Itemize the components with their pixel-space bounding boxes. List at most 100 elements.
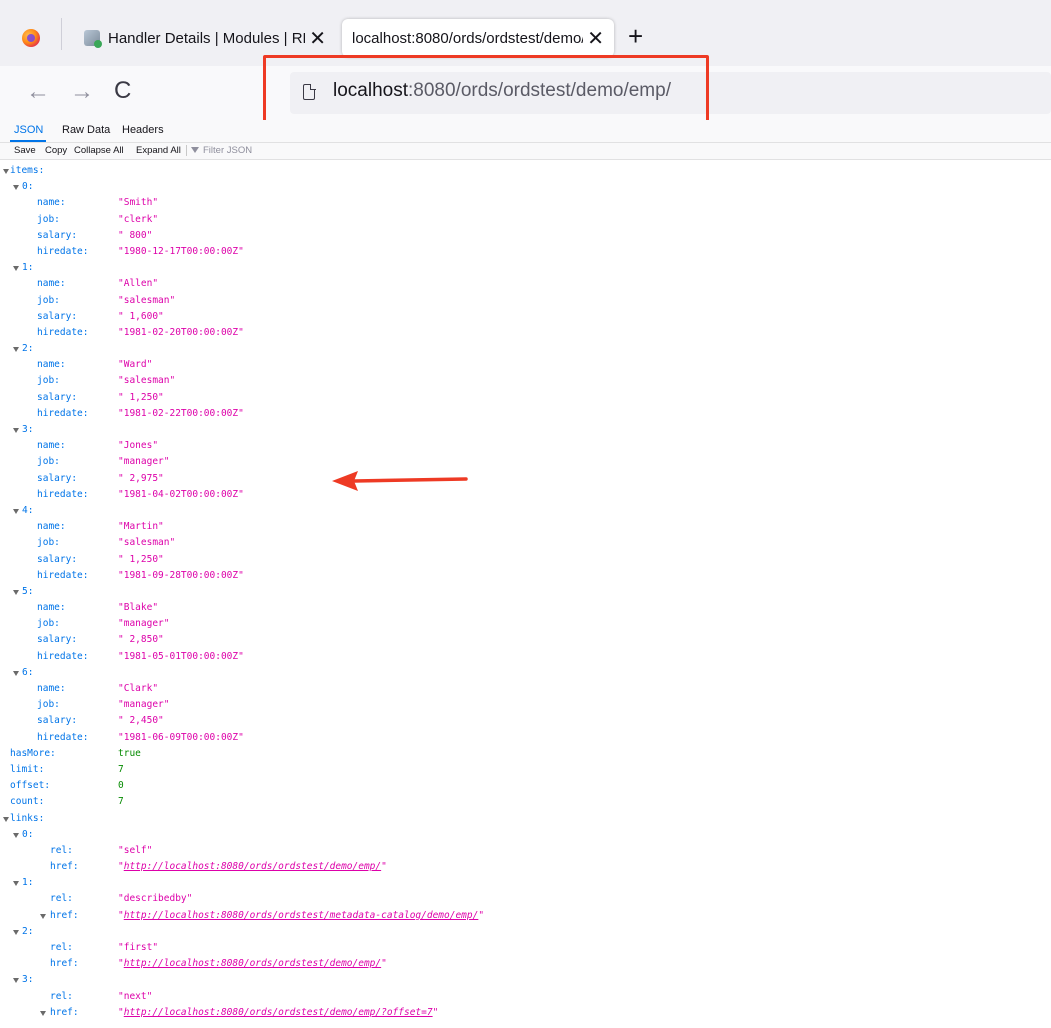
json-key-row[interactable]: items: bbox=[0, 163, 1051, 179]
json-property-row[interactable]: hiredate: "1981-06-09T00:00:00Z" bbox=[0, 730, 1051, 746]
json-key: href: bbox=[50, 1006, 79, 1018]
json-array-index-row[interactable]: 2: bbox=[0, 924, 1051, 940]
json-property-row[interactable]: job: "salesman" bbox=[0, 535, 1051, 551]
json-property-row[interactable]: rel: "self" bbox=[0, 843, 1051, 859]
expand-toggle-icon[interactable] bbox=[13, 832, 19, 838]
json-key: salary: bbox=[37, 229, 78, 241]
json-property-row[interactable]: hiredate: "1980-12-17T00:00:00Z" bbox=[0, 244, 1051, 260]
json-array-index-row[interactable]: 4: bbox=[0, 503, 1051, 519]
json-property-row[interactable]: offset: 0 bbox=[0, 778, 1051, 794]
tab-raw-data[interactable]: Raw Data bbox=[62, 124, 110, 136]
json-string-value: "describedby" bbox=[118, 893, 193, 905]
json-property-row[interactable]: href: "http://localhost:8080/ords/ordstes… bbox=[0, 859, 1051, 875]
json-property-row[interactable]: rel: "first" bbox=[0, 940, 1051, 956]
expand-toggle-icon[interactable] bbox=[13, 589, 19, 595]
json-property-row[interactable]: salary: " 1,250" bbox=[0, 552, 1051, 568]
json-property-row[interactable]: name: "Ward" bbox=[0, 357, 1051, 373]
json-property-row[interactable]: salary: " 800" bbox=[0, 228, 1051, 244]
json-property-row[interactable]: job: "manager" bbox=[0, 616, 1051, 632]
json-array-index-row[interactable]: 1: bbox=[0, 260, 1051, 276]
json-property-row[interactable]: job: "manager" bbox=[0, 697, 1051, 713]
json-property-row[interactable]: name: "Smith" bbox=[0, 195, 1051, 211]
json-property-row[interactable]: job: "salesman" bbox=[0, 373, 1051, 389]
copy-button[interactable]: Copy bbox=[45, 145, 67, 156]
json-property-row[interactable]: count: 7 bbox=[0, 794, 1051, 810]
expand-toggle-icon[interactable] bbox=[13, 929, 19, 935]
expand-toggle-icon[interactable] bbox=[3, 816, 9, 822]
expand-toggle-icon[interactable] bbox=[40, 1010, 46, 1016]
json-property-row[interactable]: limit: 7 bbox=[0, 762, 1051, 778]
json-array-index-row[interactable]: 1: bbox=[0, 875, 1051, 891]
json-string-value: " 1,250" bbox=[118, 553, 164, 565]
json-property-row[interactable]: job: "clerk" bbox=[0, 212, 1051, 228]
firefox-logo-icon[interactable] bbox=[22, 29, 40, 47]
json-url-link[interactable]: http://localhost:8080/ords/ordstest/demo… bbox=[124, 958, 381, 969]
json-property-row[interactable]: salary: " 2,975" bbox=[0, 471, 1051, 487]
json-property-row[interactable]: rel: "describedby" bbox=[0, 891, 1051, 907]
json-property-row[interactable]: rel: "next" bbox=[0, 989, 1051, 1005]
close-tab-icon[interactable]: ✕ bbox=[309, 26, 326, 51]
expand-all-button[interactable]: Expand All bbox=[136, 145, 181, 156]
filter-json-input[interactable]: Filter JSON bbox=[203, 145, 252, 156]
expand-toggle-icon[interactable] bbox=[13, 978, 19, 984]
json-property-row[interactable]: salary: " 1,600" bbox=[0, 309, 1051, 325]
expand-toggle-icon[interactable] bbox=[13, 670, 19, 676]
tab-handler-details[interactable]: Handler Details | Modules | REST ✕ bbox=[74, 19, 336, 57]
json-url-link[interactable]: http://localhost:8080/ords/ordstest/demo… bbox=[124, 861, 381, 872]
json-property-row[interactable]: hiredate: "1981-02-22T00:00:00Z" bbox=[0, 406, 1051, 422]
json-property-row[interactable]: name: "Blake" bbox=[0, 600, 1051, 616]
new-tab-button[interactable]: + bbox=[628, 21, 643, 52]
expand-toggle-icon[interactable] bbox=[13, 185, 19, 191]
json-property-row[interactable]: salary: " 2,850" bbox=[0, 632, 1051, 648]
json-property-row[interactable]: name: "Martin" bbox=[0, 519, 1051, 535]
json-array-index-row[interactable]: 3: bbox=[0, 972, 1051, 988]
json-property-row[interactable]: hiredate: "1981-04-02T00:00:00Z" bbox=[0, 487, 1051, 503]
json-property-row[interactable]: name: "Allen" bbox=[0, 276, 1051, 292]
json-key-row[interactable]: links: bbox=[0, 811, 1051, 827]
back-arrow-icon[interactable]: ← bbox=[26, 78, 50, 106]
json-property-row[interactable]: name: "Jones" bbox=[0, 438, 1051, 454]
expand-toggle-icon[interactable] bbox=[13, 508, 19, 514]
json-string-value: "1981-09-28T00:00:00Z" bbox=[118, 569, 244, 581]
json-property-row[interactable]: hiredate: "1981-05-01T00:00:00Z" bbox=[0, 649, 1051, 665]
expand-toggle-icon[interactable] bbox=[13, 881, 19, 887]
expand-toggle-icon[interactable] bbox=[3, 169, 9, 174]
json-array-index-row[interactable]: 6: bbox=[0, 665, 1051, 681]
json-property-row[interactable]: href: "http://localhost:8080/ords/ordstes… bbox=[0, 908, 1051, 924]
json-array-index-row[interactable]: 5: bbox=[0, 584, 1051, 600]
json-array-index-row[interactable]: 3: bbox=[0, 422, 1051, 438]
json-property-row[interactable]: salary: " 1,250" bbox=[0, 390, 1051, 406]
json-property-row[interactable]: hiredate: "1981-02-20T00:00:00Z" bbox=[0, 325, 1051, 341]
collapse-all-button[interactable]: Collapse All bbox=[74, 145, 124, 156]
close-tab-icon[interactable]: ✕ bbox=[587, 26, 604, 51]
tab-headers[interactable]: Headers bbox=[122, 124, 164, 136]
tab-localhost-emp[interactable]: localhost:8080/ords/ordstest/demo/ ✕ bbox=[342, 19, 614, 57]
json-key: links: bbox=[10, 812, 45, 824]
expand-toggle-icon[interactable] bbox=[13, 428, 19, 433]
tab-json[interactable]: JSON bbox=[14, 124, 43, 136]
json-array-index-row[interactable]: 2: bbox=[0, 341, 1051, 357]
json-property-row[interactable]: job: "salesman" bbox=[0, 293, 1051, 309]
forward-arrow-icon[interactable]: → bbox=[70, 78, 94, 106]
json-array-index-row[interactable]: 0: bbox=[0, 827, 1051, 843]
json-property-row[interactable]: salary: " 2,450" bbox=[0, 713, 1051, 729]
json-array-index-row[interactable]: 0: bbox=[0, 179, 1051, 195]
json-property-row[interactable]: href: "http://localhost:8080/ords/ordstes… bbox=[0, 1005, 1051, 1021]
json-property-row[interactable]: href: "http://localhost:8080/ords/ordstes… bbox=[0, 956, 1051, 972]
json-string-value: " 2,850" bbox=[118, 634, 164, 646]
json-url-link[interactable]: http://localhost:8080/ords/ordstest/demo… bbox=[124, 1007, 433, 1018]
json-property-row[interactable]: hiredate: "1981-09-28T00:00:00Z" bbox=[0, 568, 1051, 584]
tab-title: localhost:8080/ords/ordstest/demo/ bbox=[352, 29, 584, 47]
json-property-row[interactable]: job: "manager" bbox=[0, 454, 1051, 470]
json-string-value: " 2,450" bbox=[118, 715, 164, 727]
expand-toggle-icon[interactable] bbox=[13, 266, 19, 272]
expand-toggle-icon[interactable] bbox=[13, 347, 19, 353]
save-button[interactable]: Save bbox=[14, 145, 36, 156]
json-property-row[interactable]: hasMore: true bbox=[0, 746, 1051, 762]
expand-toggle-icon[interactable] bbox=[40, 913, 46, 919]
json-property-row[interactable]: name: "Clark" bbox=[0, 681, 1051, 697]
json-url-link[interactable]: http://localhost:8080/ords/ordstest/meta… bbox=[124, 910, 479, 921]
reload-icon[interactable]: C bbox=[114, 77, 131, 105]
annotation-arrow-icon bbox=[332, 471, 468, 491]
annotation-highlight-box bbox=[263, 55, 709, 128]
